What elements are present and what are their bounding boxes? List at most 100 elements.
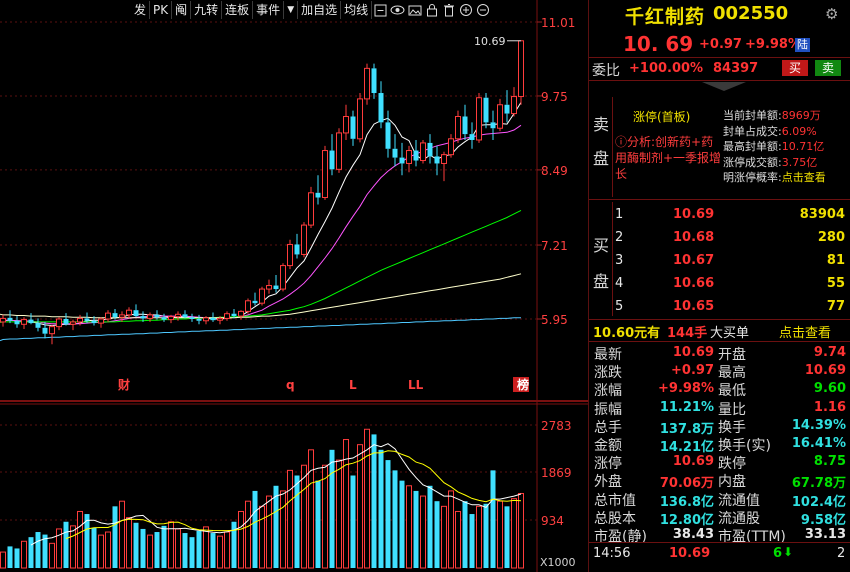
bid-level-row[interactable]: 5 10.65 77 (613, 298, 850, 318)
candle-body (476, 97, 482, 141)
candle-body (518, 40, 524, 98)
buy-side-label-2: 盘 (593, 272, 610, 291)
quote-side-panel: 千红制药 002550 ⚙ 10. 69 +0.97 +9.98% 陆 委比 +… (588, 0, 850, 572)
buy-button[interactable]: 买 (782, 60, 808, 76)
volume-bar (35, 532, 41, 568)
quote-label: 涨停 (594, 456, 622, 473)
kline-chart-svg[interactable]: 11.01 9.75 8.49 7.21 5.95 2783 1869 934 X1000 10.… (0, 0, 588, 572)
toolbar-btn-add-watchlist[interactable]: 加自选 (298, 1, 342, 19)
candle-body (441, 154, 447, 164)
quote-label: 内盘 (718, 474, 746, 491)
toolbar-btn-jiuzhuan[interactable]: 九转 (191, 1, 223, 19)
collapse-arrow-icon[interactable] (702, 82, 746, 91)
stock-header: 千红制药 002550 ⚙ (589, 2, 850, 28)
zoom-in-icon[interactable] (457, 1, 474, 19)
bid-level-row[interactable]: 2 10.68 280 (613, 229, 850, 249)
quote-value: +0.97 (671, 363, 714, 379)
candle-body (105, 312, 111, 320)
stat-key: 涨停成交额: (723, 155, 782, 169)
high-price-label: 10.69 (474, 35, 506, 48)
trash-icon[interactable] (440, 1, 457, 19)
quote-value: 10.69 (672, 345, 714, 360)
bid-level-row[interactable]: 3 10.67 81 (613, 252, 850, 272)
quote-label: 最新 (594, 347, 622, 363)
toolbar-btn-ma[interactable]: 均线 (341, 1, 373, 19)
candle-body (224, 313, 230, 319)
candle-body (98, 318, 104, 324)
stat-value: 6.09% (781, 124, 817, 138)
stat-value: 8969万 (781, 109, 821, 122)
candle-body (49, 326, 55, 335)
weibi-value: +100.00% (629, 61, 704, 76)
candle-body (504, 104, 510, 114)
bid-price: 10.68 (673, 230, 715, 245)
down-arrow-icon: ⬇ (783, 545, 794, 559)
candle-body (350, 116, 356, 139)
volume-bar (238, 510, 244, 569)
candle-body (140, 316, 146, 319)
volume-bar (441, 505, 447, 569)
toolbar-btn-jiu[interactable]: 阄 (172, 1, 192, 19)
candle-body (385, 122, 391, 149)
bid-level-row[interactable]: 1 10.69 83904 (613, 206, 850, 226)
minus-box-icon[interactable] (372, 1, 389, 19)
candle-body (427, 142, 433, 157)
toolbar-btn-lianban[interactable]: 连板 (222, 1, 254, 19)
candle-body (7, 317, 13, 321)
bid-price: 10.66 (673, 276, 715, 291)
bid-level: 4 (615, 276, 624, 291)
big-order-link[interactable]: 点击查看 (779, 322, 831, 341)
volume-bar (518, 492, 524, 569)
volume-bar (7, 546, 13, 568)
candle-body (392, 148, 398, 158)
volume-bar (483, 503, 489, 568)
volume-bar (476, 505, 482, 569)
volume-bar (413, 490, 419, 568)
limit-up-analysis[interactable]: ⓘ分析:创新药+药用酶制剂+一季报增长 (615, 134, 723, 182)
weibi-row: 委比 +100.00% 84397 买 卖 (589, 58, 850, 80)
quote-label: 最高 (718, 365, 746, 382)
kline-chart-pane[interactable]: 11.01 9.75 8.49 7.21 5.95 2783 1869 934 X1000 10.… (0, 0, 588, 572)
candle-body (161, 317, 167, 320)
toolbar-event-dropdown[interactable]: ▼ (284, 1, 299, 19)
limit-up-stats: 当前封单额:8969万 封单占成交:6.09% 最高封单额:10.71亿 涨停成… (723, 108, 850, 186)
quote-value: 16.41% (791, 436, 846, 451)
bid-level-row[interactable]: 4 10.66 55 (613, 275, 850, 295)
volume-bar (217, 535, 223, 569)
volume-bar (371, 434, 377, 568)
quote-label: 换手(实) (718, 438, 771, 454)
eye-icon[interactable] (389, 1, 406, 19)
limit-up-panel: 卖 盘 涨停(首板) ⓘ分析:创新药+药用酶制剂+一季报增长 当前封单额:896… (589, 81, 850, 197)
quote-label: 换手 (718, 419, 746, 436)
toolbar-btn-event[interactable]: 事件 (253, 1, 285, 19)
lock-icon[interactable] (423, 1, 440, 19)
candle-body (497, 104, 503, 129)
quote-label: 涨跌 (594, 365, 622, 382)
volume-bar (497, 500, 503, 569)
candle-body (469, 134, 475, 140)
volume-bar (406, 485, 412, 569)
candle-body (154, 314, 160, 318)
gear-icon[interactable]: ⚙ (825, 5, 838, 23)
candle-body (189, 317, 195, 319)
quote-label: 流通值 (718, 492, 760, 509)
toolbar-btn-fa[interactable]: 发 (131, 1, 151, 19)
volume-bar (161, 525, 167, 568)
bid-book: 买 盘 1 10.69 83904 2 10.68 280 3 10.67 81 4 10.66 55… (589, 200, 850, 318)
volume-bar (133, 522, 139, 568)
candle-body (14, 320, 20, 325)
volume-bar (287, 469, 293, 569)
limit-up-title: 涨停(首板) (633, 110, 691, 124)
quote-label: 外盘 (594, 474, 622, 491)
quote-value: 10.69 (672, 454, 714, 470)
gallery-icon[interactable] (406, 1, 423, 19)
quote-value: 8.75 (813, 454, 846, 470)
quote-label: 总股本 (594, 510, 636, 527)
candle-body (196, 319, 202, 321)
zoom-out-icon[interactable] (474, 1, 491, 19)
quote-label: 开盘 (718, 347, 746, 363)
sell-button[interactable]: 卖 (815, 60, 841, 76)
stat-link[interactable]: 点击查看 (782, 171, 826, 184)
volume-axis-label: 2783 (541, 419, 572, 433)
toolbar-btn-pk[interactable]: PK (150, 1, 173, 19)
